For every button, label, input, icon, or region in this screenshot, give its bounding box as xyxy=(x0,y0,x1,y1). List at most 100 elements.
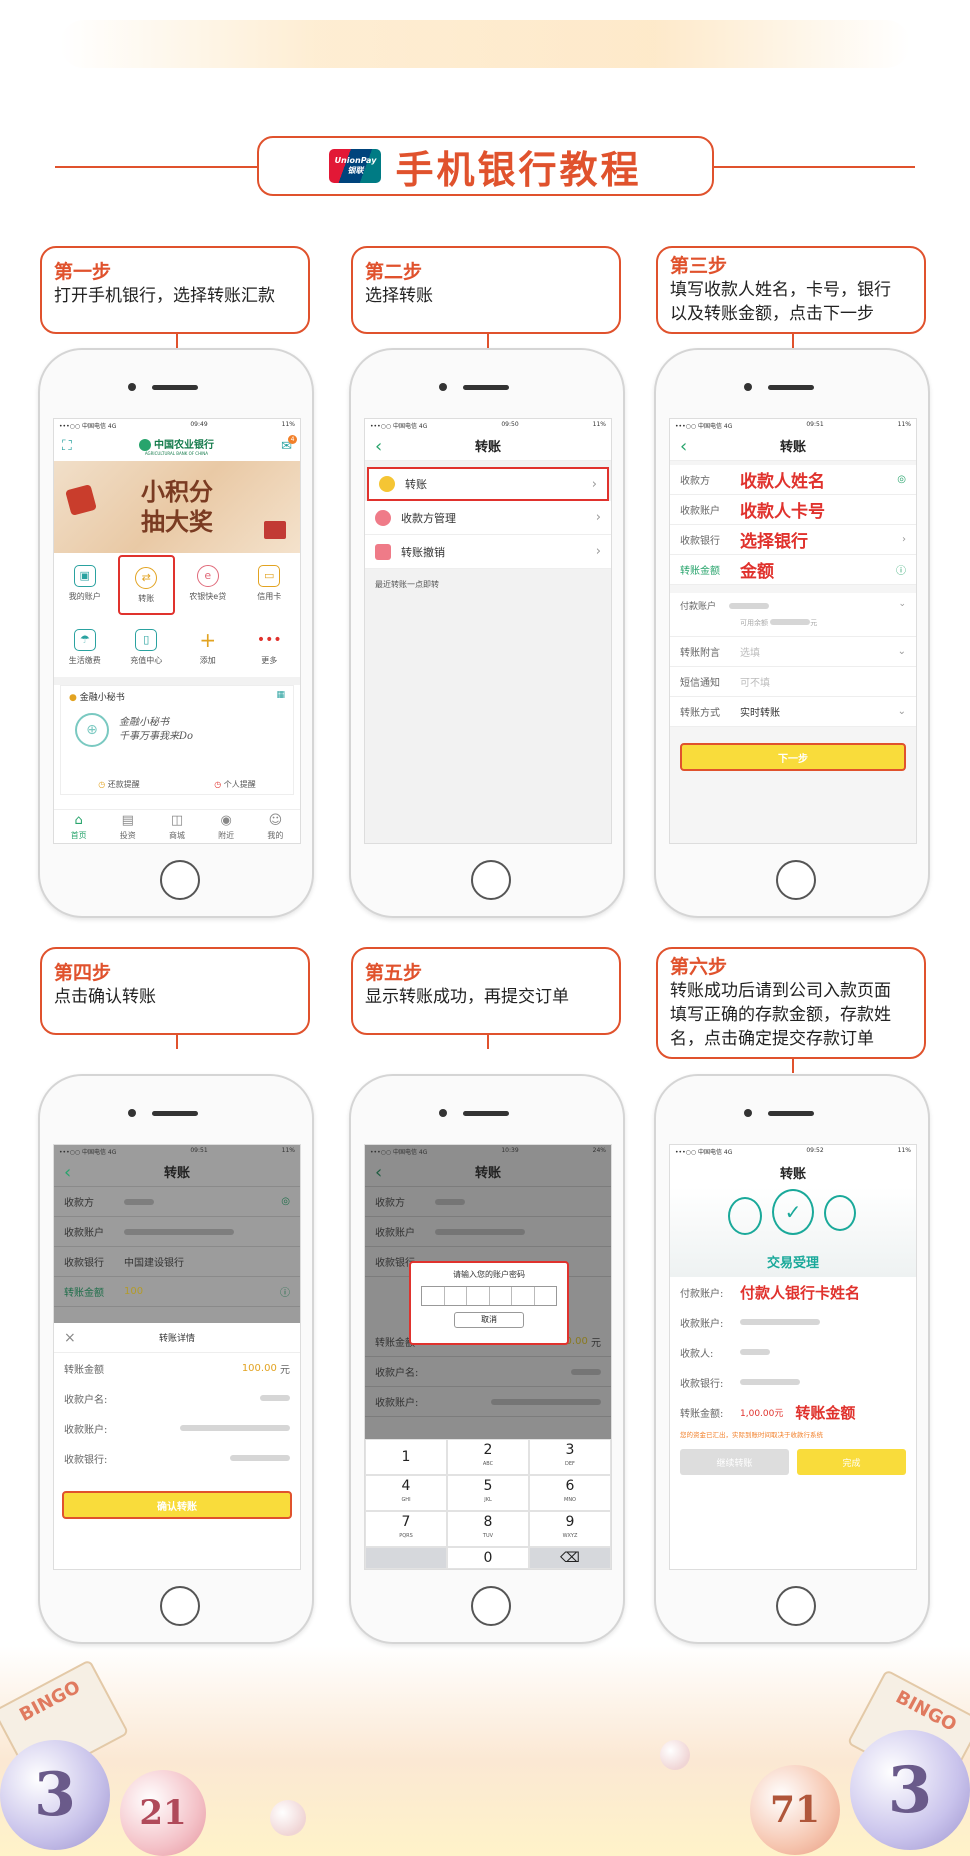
check-icon: ✓ xyxy=(772,1189,814,1235)
key-8[interactable]: 8 TUV xyxy=(447,1511,529,1547)
phone-1: •••○○ 中国电信 4G 09:49 11% ⛶ 中国农业银行 AGRICUL… xyxy=(38,348,314,918)
scan-icon[interactable]: ⛶ xyxy=(62,438,72,454)
step-2-desc: 选择转账 xyxy=(365,286,433,306)
finance-card[interactable]: ● 金融小秘书 ▦ ⊕ 金融小秘书 千事万事我来Do ◷ 还款提醒 ◷ 个人提醒 xyxy=(60,685,294,795)
phone-6: •••○○ 中国电信 4G 09:52 11% 转账 ✓ 交易受理 付款账户: 付款人… xyxy=(654,1074,930,1644)
icon-loan[interactable]: e 农银快e贷 xyxy=(177,553,239,613)
payee-name-field[interactable]: 收款方 收款人姓名 ◎ xyxy=(670,465,916,495)
amount-field[interactable]: 转账金额 金额 ⓘ xyxy=(670,555,916,585)
tab-invest[interactable]: ▤ 投资 xyxy=(120,813,136,841)
icon-more[interactable]: ••• 更多 xyxy=(239,617,301,677)
icon-bills[interactable]: ☂ 生活缴费 xyxy=(54,617,116,677)
contact-icon: ◎ xyxy=(281,1196,290,1207)
back-icon[interactable]: ‹ xyxy=(375,1162,382,1183)
key-0[interactable]: 0 xyxy=(447,1547,529,1569)
dialog-title: 请输入您的账户密码 xyxy=(453,1270,525,1279)
mail-icon[interactable]: ✉ 4 xyxy=(281,434,297,454)
repay-reminder[interactable]: ◷ 还款提醒 xyxy=(98,779,140,790)
plus-icon: + xyxy=(199,627,217,652)
bills-icon: ☂ xyxy=(73,628,96,651)
done-button[interactable]: 完成 xyxy=(797,1449,906,1475)
key-1[interactable]: 1 xyxy=(365,1439,447,1475)
back-icon[interactable]: ‹ xyxy=(375,436,382,457)
key-2[interactable]: 2 ABC xyxy=(447,1439,529,1475)
backspace-icon: ⌫ xyxy=(560,1550,580,1566)
tab-home[interactable]: ⌂ 首页 xyxy=(71,813,87,841)
lottery-ball: 21 xyxy=(120,1770,206,1856)
key-3[interactable]: 3 DEF xyxy=(529,1439,611,1475)
icon-recharge[interactable]: ▯ 充值中心 xyxy=(116,617,178,677)
key-4[interactable]: 4 GHI xyxy=(365,1475,447,1511)
sms-field[interactable]: 短信通知 可不填 xyxy=(670,667,916,697)
payee-account-field[interactable]: 收款账户 收款人卡号 xyxy=(670,495,916,525)
top-glow xyxy=(60,20,910,68)
icon-credit-card[interactable]: ▭ 信用卡 xyxy=(239,553,301,613)
tab-me[interactable]: ☺ 我的 xyxy=(267,813,283,841)
tab-mall[interactable]: ◫ 商城 xyxy=(169,813,185,841)
tab-nearby[interactable]: ◉ 附近 xyxy=(218,813,234,841)
screen-1: •••○○ 中国电信 4G 09:49 11% ⛶ 中国农业银行 AGRICUL… xyxy=(53,418,301,844)
cancel-icon xyxy=(375,543,391,560)
backspace-key[interactable]: ⌫ xyxy=(529,1547,611,1569)
more-icon: ••• xyxy=(256,631,282,648)
method-field[interactable]: 转账方式 实时转账 ⌄ xyxy=(670,697,916,727)
password-input[interactable] xyxy=(421,1286,557,1306)
card-icon: ▭ xyxy=(258,564,281,587)
quick-icons: ▣ 我的账户 ⇄ 转账 e 农银快e贷 ▭ 信用卡 ☂ 生活缴费 ▯ 充值中心 + 添加 ••… xyxy=(54,553,300,677)
lottery-ball: 3 xyxy=(850,1730,970,1850)
step-3-title: 第三步 xyxy=(670,255,728,277)
menu-payee-manage[interactable]: 收款方管理 › xyxy=(365,501,611,535)
password-dialog: 请输入您的账户密码 取消 xyxy=(409,1261,569,1345)
key-blank xyxy=(365,1547,447,1569)
close-icon[interactable]: × xyxy=(64,1330,76,1346)
small-ball xyxy=(660,1740,690,1770)
lottery-ball: 3 xyxy=(0,1740,110,1850)
loan-icon: e xyxy=(196,564,219,587)
step-5-box: 第五步 显示转账成功，再提交订单 xyxy=(351,947,621,1035)
pay-account-field[interactable]: 付款账户 ⌄ 可用余额 元 xyxy=(670,593,916,637)
phone-5: •••○○ 中国电信 4G 10:39 24% ‹ 转账 收款方 收款账户 收款银行 … xyxy=(349,1074,625,1644)
step-4-desc: 点击确认转账 xyxy=(54,987,156,1007)
continue-transfer-button[interactable]: 继续转账 xyxy=(680,1449,789,1475)
key-6[interactable]: 6 MNO xyxy=(529,1475,611,1511)
step-3-box: 第三步 填写收款人姓名，卡号，银行 以及转账金额，点击下一步 xyxy=(656,246,926,334)
back-icon[interactable]: ‹ xyxy=(680,436,687,457)
screen-5: •••○○ 中国电信 4G 10:39 24% ‹ 转账 收款方 收款账户 收款银行 … xyxy=(364,1144,612,1570)
step-6-desc-1: 转账成功后请到公司入款页面 xyxy=(670,981,891,1001)
page-title: 手机银行教程 xyxy=(395,147,642,192)
unionpay-logo: UnionPay 银联 xyxy=(329,149,382,183)
info-icon: ⓘ xyxy=(280,1288,290,1299)
key-5[interactable]: 5 JKL xyxy=(447,1475,529,1511)
back-icon[interactable]: ‹ xyxy=(64,1162,71,1183)
payee-bank-field[interactable]: 收款银行 选择银行 › xyxy=(670,525,916,555)
bank-header: ⛶ 中国农业银行 AGRICULTURAL BANK OF CHINA ✉ 4 xyxy=(54,431,300,461)
cancel-button[interactable]: 取消 xyxy=(454,1312,524,1328)
confirm-transfer-button[interactable]: 确认转账 xyxy=(62,1491,292,1519)
calendar-icon: ▦ xyxy=(276,690,285,700)
promo-banner[interactable]: 小积分 抽大奖 xyxy=(54,461,300,553)
personal-reminder[interactable]: ◷ 个人提醒 xyxy=(214,779,256,790)
key-7[interactable]: 7 PQRS xyxy=(365,1511,447,1547)
contact-icon: ◎ xyxy=(897,474,906,485)
phone-4: •••○○ 中国电信 4G 09:51 11% ‹ 转账 收款方 ◎ 收款账户 收款银行… xyxy=(38,1074,314,1644)
notice-text: 您的资金已汇出，实际到账时间取决于收款行系统 xyxy=(680,1431,823,1439)
step-2-box: 第二步 选择转账 xyxy=(351,246,621,334)
menu-transfer[interactable]: 转账 › xyxy=(367,467,609,501)
icon-transfer[interactable]: ⇄ 转账 xyxy=(117,555,175,615)
memo-field[interactable]: 转账附言 选填 ⌄ xyxy=(670,637,916,667)
info-icon: ⓘ xyxy=(896,566,906,577)
page-title-box: UnionPay 银联 手机银行教程 xyxy=(257,136,714,196)
menu-transfer-cancel[interactable]: 转账撤销 › xyxy=(365,535,611,569)
icon-my-account[interactable]: ▣ 我的账户 xyxy=(54,553,116,613)
status-bar: •••○○ 中国电信 4G 09:49 11% xyxy=(54,419,300,431)
numeric-keypad: 1 2 ABC 3 DEF 4 GHI 5 JKL 6 MNO 7 PQRS 8 TUV 9W… xyxy=(365,1439,611,1569)
nav-bar: ‹ 转账 xyxy=(365,431,611,461)
chevron-down-icon: ⌄ xyxy=(897,646,906,657)
step-1-title: 第一步 xyxy=(54,261,112,283)
icon-add[interactable]: + 添加 xyxy=(177,617,239,677)
next-button[interactable]: 下一步 xyxy=(680,743,906,771)
step-2-title: 第二步 xyxy=(365,261,423,283)
nav-title: 转账 xyxy=(474,440,501,455)
key-9[interactable]: 9 WXYZ xyxy=(529,1511,611,1547)
title-rule-left xyxy=(55,166,257,168)
